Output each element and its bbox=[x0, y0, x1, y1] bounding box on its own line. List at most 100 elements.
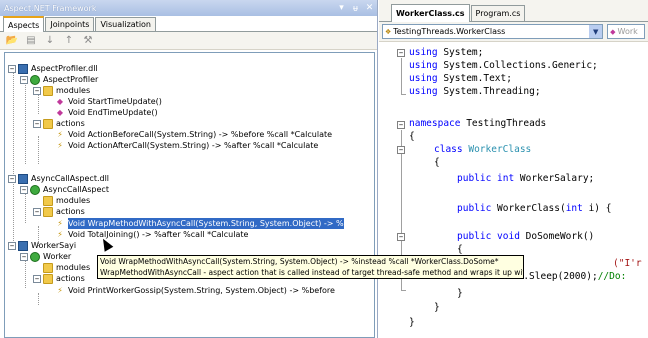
code-line: using System; bbox=[409, 47, 484, 58]
tree-node-label: Void WrapMethodWithAsyncCall(System.Stri… bbox=[68, 218, 344, 229]
tree-node-label: modules bbox=[56, 86, 91, 95]
tree-node-label: Void ActionAfterCall(System.String) -> %… bbox=[68, 141, 319, 150]
member-dropdown[interactable]: ◆ Work bbox=[607, 24, 645, 39]
tree-node-action[interactable]: ⚡ Void ActionBeforeCall(System.String) -… bbox=[55, 129, 332, 140]
tools-icon[interactable]: ⚒ bbox=[80, 34, 96, 48]
tree-node-method[interactable]: ◆ Void EndTimeUpdate() bbox=[55, 107, 158, 118]
tooltip-description: WrapMethodWithAsyncCall - aspect action … bbox=[100, 268, 523, 277]
tab-joinpoints[interactable]: Joinpoints bbox=[45, 17, 95, 31]
method-icon: ◆ bbox=[56, 97, 64, 106]
action-icon: ⚡ bbox=[57, 219, 63, 228]
code-line: using System.Collections.Generic; bbox=[409, 60, 598, 71]
dropdown-icon[interactable]: ▾ bbox=[335, 2, 348, 15]
folder-icon bbox=[43, 273, 53, 284]
tree-node-workersay-dll[interactable]: − WorkerSayi bbox=[8, 240, 76, 251]
chevron-down-icon[interactable]: ▼ bbox=[589, 25, 603, 38]
tree-node-label: AsyncCallAspect bbox=[43, 185, 109, 194]
fold-toggle-icon[interactable]: − bbox=[397, 146, 405, 154]
tree-node-action[interactable]: ⚡ Void ActionAfterCall(System.String) ->… bbox=[55, 140, 318, 151]
collapse-icon[interactable]: − bbox=[20, 252, 28, 261]
action-icon: ⚡ bbox=[57, 230, 63, 239]
tree-node-label: actions bbox=[56, 274, 85, 283]
tree-node-aspectprofiler-dll[interactable]: − AspectProfiler.dll bbox=[8, 63, 98, 74]
close-icon[interactable]: ✕ bbox=[363, 2, 376, 15]
assembly-icon bbox=[18, 240, 28, 251]
folder-icon bbox=[43, 118, 53, 129]
code-editor-pane: WorkerClass.cs Program.cs ❖ TestingThrea… bbox=[379, 0, 648, 338]
folder-icon bbox=[43, 85, 53, 96]
tree-node-label: modules bbox=[56, 196, 91, 205]
class-icon: ❖ bbox=[385, 27, 392, 36]
code-area[interactable]: − − − − using System; using System.Colle… bbox=[379, 42, 648, 338]
assembly-icon bbox=[18, 63, 28, 74]
tree-node-worker-aspect[interactable]: − Worker bbox=[20, 251, 71, 262]
tree-node-method[interactable]: ◆ Void StartTimeUpdate() bbox=[55, 96, 162, 107]
tree-node-modules[interactable]: modules bbox=[43, 262, 90, 273]
open-folder-icon[interactable]: 📂 bbox=[4, 34, 20, 48]
collapse-icon[interactable]: − bbox=[33, 119, 41, 128]
tree-node-actions[interactable]: − actions bbox=[33, 273, 85, 284]
fold-toggle-icon[interactable]: − bbox=[397, 49, 405, 57]
save-icon[interactable]: ▤ bbox=[23, 34, 39, 48]
move-down-icon[interactable]: ↓ bbox=[42, 34, 58, 48]
tree-node-label: Void StartTimeUpdate() bbox=[68, 97, 162, 106]
tree-node-label: Void PrintWorkerGossip(System.String, Sy… bbox=[68, 286, 335, 295]
tab-workerclass-cs[interactable]: WorkerClass.cs bbox=[391, 4, 470, 22]
code-line: { bbox=[434, 157, 440, 168]
collapse-icon[interactable]: − bbox=[8, 174, 16, 183]
aspect-tree: − AspectProfiler.dll − AspectProfiler − … bbox=[4, 52, 375, 338]
code-line: class WorkerClass bbox=[434, 144, 532, 155]
tree-node-modules[interactable]: modules bbox=[43, 195, 90, 206]
collapse-icon[interactable]: − bbox=[20, 185, 28, 194]
tree-node-label: AsyncCallAspect.dll bbox=[31, 174, 110, 183]
move-up-icon[interactable]: ↑ bbox=[61, 34, 77, 48]
tree-node-label: actions bbox=[56, 119, 85, 128]
aspect-icon bbox=[30, 184, 40, 195]
tab-visualization[interactable]: Visualization bbox=[95, 17, 156, 31]
collapse-icon[interactable]: − bbox=[33, 274, 41, 283]
pane-tabs: Aspects Joinpoints Visualization bbox=[0, 16, 377, 32]
action-icon: ⚡ bbox=[57, 130, 63, 139]
tree-node-label: AspectProfiler bbox=[43, 75, 99, 84]
tooltip-signature: Void WrapMethodWithAsyncCall(System.Stri… bbox=[100, 257, 499, 266]
tab-aspects[interactable]: Aspects bbox=[3, 16, 45, 32]
collapse-icon[interactable]: − bbox=[8, 64, 16, 73]
class-dropdown[interactable]: ❖ TestingThreads.WorkerClass ▼ bbox=[382, 24, 604, 39]
tree-node-action-selected[interactable]: ⚡ Void WrapMethodWithAsyncCall(System.St… bbox=[55, 218, 344, 229]
pane-title: Aspect.NET Framework bbox=[4, 3, 97, 13]
tree-node-modules[interactable]: − modules bbox=[33, 85, 90, 96]
aspect-icon bbox=[30, 251, 40, 262]
code-line: public void DoSomeWork() bbox=[457, 231, 595, 242]
tree-node-actions[interactable]: − actions bbox=[33, 206, 85, 217]
collapse-icon[interactable]: − bbox=[20, 75, 28, 84]
code-line: namespace TestingThreads bbox=[409, 118, 547, 129]
tree-node-aspectprofiler[interactable]: − AspectProfiler bbox=[20, 74, 98, 85]
tab-program-cs[interactable]: Program.cs bbox=[470, 5, 526, 21]
pin-icon[interactable]: ᵾ bbox=[349, 2, 362, 15]
pane-titlebar: Aspect.NET Framework ▾ ᵾ ✕ bbox=[0, 0, 377, 16]
collapse-icon[interactable]: − bbox=[33, 207, 41, 216]
collapse-icon[interactable]: − bbox=[33, 86, 41, 95]
method-icon: ◆ bbox=[56, 108, 64, 117]
fold-toggle-icon[interactable]: − bbox=[397, 121, 405, 129]
action-icon: ⚡ bbox=[57, 141, 63, 150]
tree-node-label: Void EndTimeUpdate() bbox=[68, 108, 158, 117]
code-line: { bbox=[409, 131, 415, 142]
tree-node-label: modules bbox=[56, 263, 91, 272]
code-line: } bbox=[457, 288, 463, 299]
code-line: } bbox=[434, 302, 440, 313]
tree-node-action[interactable]: ⚡ Void PrintWorkerGossip(System.String, … bbox=[55, 285, 335, 296]
tree-node-asynccallaspect-dll[interactable]: − AsyncCallAspect.dll bbox=[8, 173, 109, 184]
tree-node-label: actions bbox=[56, 207, 85, 216]
tree-node-asynccallaspect[interactable]: − AsyncCallAspect bbox=[20, 184, 109, 195]
tree-node-actions[interactable]: − actions bbox=[33, 118, 85, 129]
tree-node-action[interactable]: ⚡ Void TotalJoining() -> %after %call *C… bbox=[55, 229, 248, 240]
folder-icon bbox=[43, 195, 53, 206]
editor-gutter bbox=[379, 42, 391, 338]
assembly-icon bbox=[18, 173, 28, 184]
fold-toggle-icon[interactable]: − bbox=[397, 233, 405, 241]
collapse-icon[interactable]: − bbox=[8, 241, 16, 250]
tree-node-label: AspectProfiler.dll bbox=[31, 64, 98, 73]
member-dropdown-value: Work bbox=[617, 27, 638, 36]
aspect-icon bbox=[30, 74, 40, 85]
